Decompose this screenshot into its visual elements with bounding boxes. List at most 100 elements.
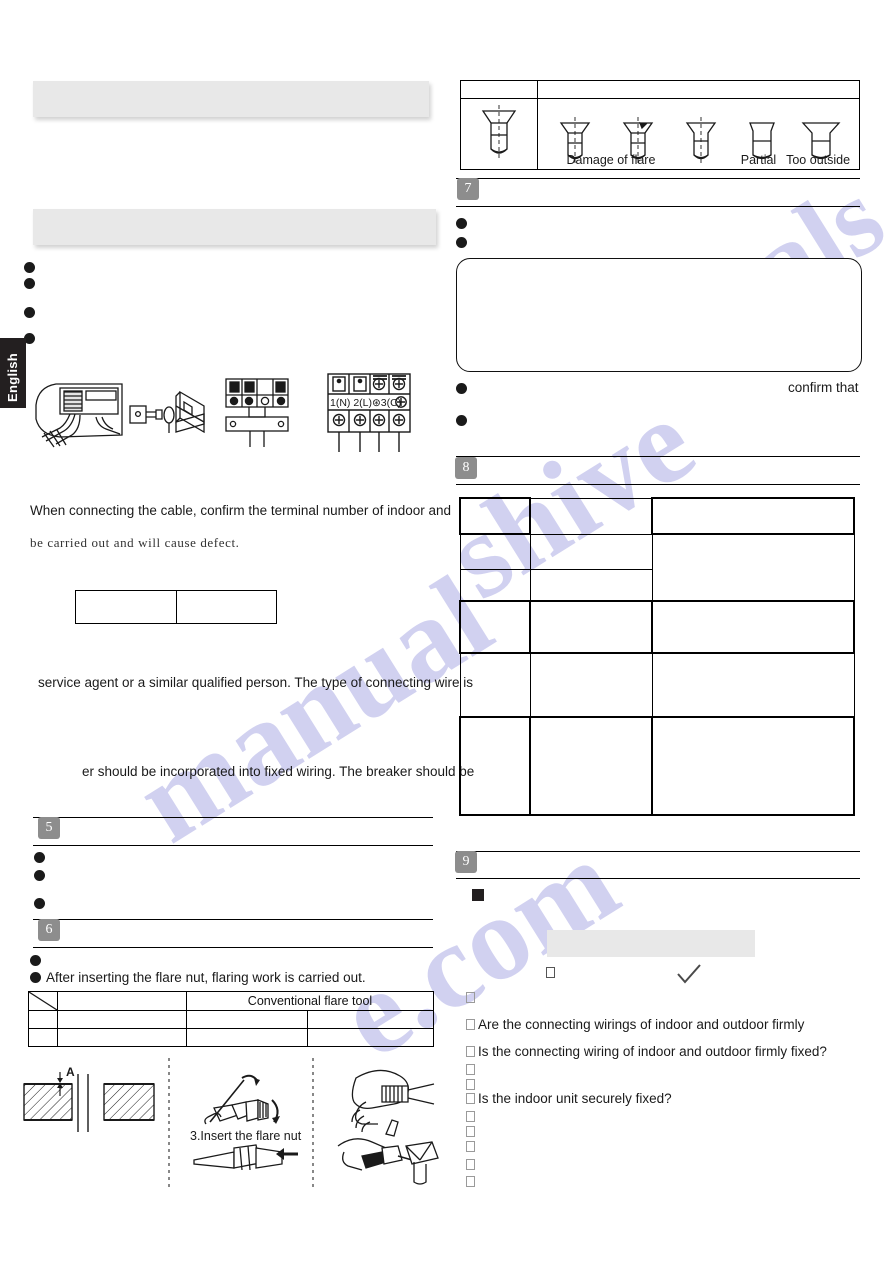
checklist-item[interactable] [466, 1079, 478, 1090]
section-6-rule-top [33, 919, 433, 920]
checklist-item[interactable]: Is the connecting wiring of indoor and o… [466, 1044, 827, 1059]
table-header-bad-flare [537, 80, 860, 99]
table-cell [529, 569, 653, 602]
checkbox-icon[interactable] [466, 1141, 475, 1152]
flare-label-spacer [685, 153, 731, 167]
bullet-point [34, 898, 45, 909]
checklist-item[interactable]: Are the connecting wirings of indoor and… [466, 1017, 804, 1032]
illustration-terminal-block: 1(N) 2(L)⊛3(C) [327, 373, 411, 452]
table-header-conventional-flare-tool: Conventional flare tool [186, 991, 434, 1011]
table-cell [57, 991, 187, 1011]
terminal-block-labels: 1(N) 2(L)⊛3(C) [330, 397, 401, 409]
table-cell [651, 600, 855, 654]
table-cell [186, 1028, 308, 1047]
checkmark-icon [677, 964, 701, 984]
checklist-item[interactable] [466, 1176, 478, 1187]
checkbox-icon[interactable] [466, 1176, 475, 1187]
section-5-number: 5 [38, 817, 60, 839]
table-row [459, 600, 855, 654]
square-bullet [472, 889, 484, 901]
bullet-point [456, 383, 467, 394]
checkbox-icon[interactable] [466, 1126, 475, 1137]
paragraph-line-1: When connecting the cable, confirm the t… [30, 503, 451, 518]
left-header-bar-1 [33, 81, 429, 117]
table-cell [529, 497, 653, 535]
section-9-number: 9 [455, 851, 477, 873]
table-cell [651, 533, 855, 602]
checkbox-icon[interactable] [466, 1064, 475, 1075]
illustration-pipe-protrusion: A [23, 1065, 155, 1132]
checkbox-icon[interactable] [466, 1046, 475, 1057]
table-cell [651, 497, 855, 535]
step-label-insert-flare-nut: 3.Insert the flare nut [190, 1129, 302, 1143]
flare-good-icon [481, 105, 517, 159]
section-8-table [459, 497, 855, 816]
flare-label-damage: Damage of flare [566, 153, 656, 167]
paragraph-line-3: service agent or a similar qualified per… [38, 675, 473, 690]
table-cell [459, 600, 531, 654]
section-8-rule-top [456, 456, 860, 457]
diagonal-divider-icon [29, 992, 57, 1010]
left-small-table [75, 590, 277, 624]
checklist-item[interactable]: Is the indoor unit securely fixed? [466, 1091, 672, 1106]
section-9-rule-bottom [456, 878, 860, 879]
paragraph-line-4: er should be incorporated into fixed wir… [82, 764, 475, 779]
panel-divider [168, 1058, 170, 1188]
illustration-indoor-unit-wiring [35, 383, 123, 448]
bullet-point [30, 955, 41, 966]
legend-unchecked [546, 967, 558, 978]
dimension-label-a: A [66, 1065, 75, 1079]
section-7-text-confirm-that: confirm that [788, 380, 859, 395]
table-cell [459, 652, 531, 718]
table-cell [28, 1028, 58, 1047]
section-6-bullet-text: After inserting the flare nut, flaring w… [46, 970, 366, 985]
panel-divider [312, 1058, 314, 1188]
checkbox-icon[interactable] [466, 1159, 475, 1170]
checklist-item[interactable] [466, 992, 478, 1003]
table-cell [459, 497, 531, 535]
bullet-point [34, 870, 45, 881]
table-cell [651, 716, 855, 816]
checklist-item[interactable] [466, 1111, 478, 1122]
flare-label-too-outside: Too outside [786, 153, 851, 167]
bullet-point [456, 415, 467, 426]
section-8-rule-bottom [456, 484, 860, 485]
section-8-number: 8 [455, 457, 477, 479]
table-cell [529, 600, 653, 654]
left-header-bar-2 [33, 209, 436, 245]
checkbox-icon[interactable] [466, 1079, 475, 1090]
checklist-item-label: Is the indoor unit securely fixed? [478, 1091, 672, 1106]
table-row [28, 1010, 434, 1029]
checkbox-icon[interactable] [466, 1111, 475, 1122]
flare-good-cell [460, 98, 538, 170]
bullet-point [30, 972, 41, 983]
flare-comparison-table: Damage of flare Partial Too outside [460, 80, 860, 170]
checklist-item-label: Is the connecting wiring of indoor and o… [478, 1044, 827, 1059]
section-6-rule-bottom [33, 947, 433, 948]
checkbox-icon[interactable] [466, 992, 475, 1003]
bullet-point [456, 218, 467, 229]
bullet-point [24, 278, 35, 289]
language-tab-label: English [5, 352, 20, 402]
paragraph-line-2: be carried out and will cause defect. [30, 535, 240, 550]
flare-label-partial: Partial [740, 153, 777, 167]
table-cell [459, 716, 531, 816]
illustration-circuit-breaker [225, 378, 289, 447]
table-row [459, 497, 855, 535]
table-cell [529, 652, 653, 718]
section-7-rule-top [456, 178, 860, 179]
checkbox-icon[interactable] [466, 1019, 475, 1030]
checklist-item[interactable] [466, 1141, 478, 1152]
section-5-rule-bottom [33, 845, 433, 846]
checklist-item[interactable] [466, 1159, 478, 1170]
illustration-hand-deburring [337, 1069, 439, 1185]
checkbox-icon[interactable] [546, 967, 555, 978]
section-6-number: 6 [38, 919, 60, 941]
table-cell [75, 590, 177, 624]
table-cell [529, 533, 653, 570]
flare-tool-table: Conventional flare tool [28, 991, 434, 1047]
checklist-item[interactable] [466, 1126, 478, 1137]
checklist-item[interactable] [466, 1064, 478, 1075]
section-9-gray-bar [547, 930, 755, 957]
checkbox-icon[interactable] [466, 1093, 475, 1104]
